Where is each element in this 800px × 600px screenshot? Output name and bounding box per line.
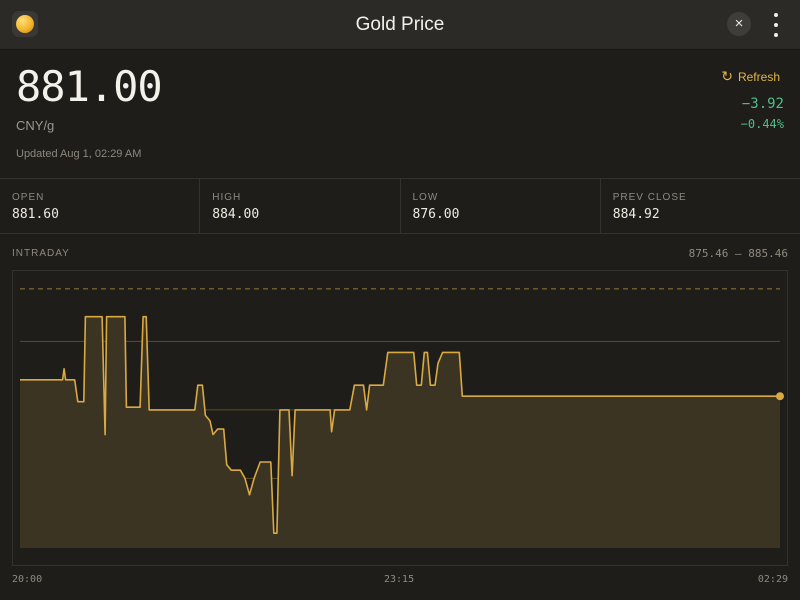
intraday-chart: [20, 288, 784, 548]
x-tick-label: 20:00: [12, 574, 43, 585]
last-price-point: [776, 392, 784, 401]
price-area: [20, 316, 780, 548]
x-tick-label: 02:29: [757, 574, 788, 585]
x-tick-label: 23:15: [384, 574, 415, 585]
